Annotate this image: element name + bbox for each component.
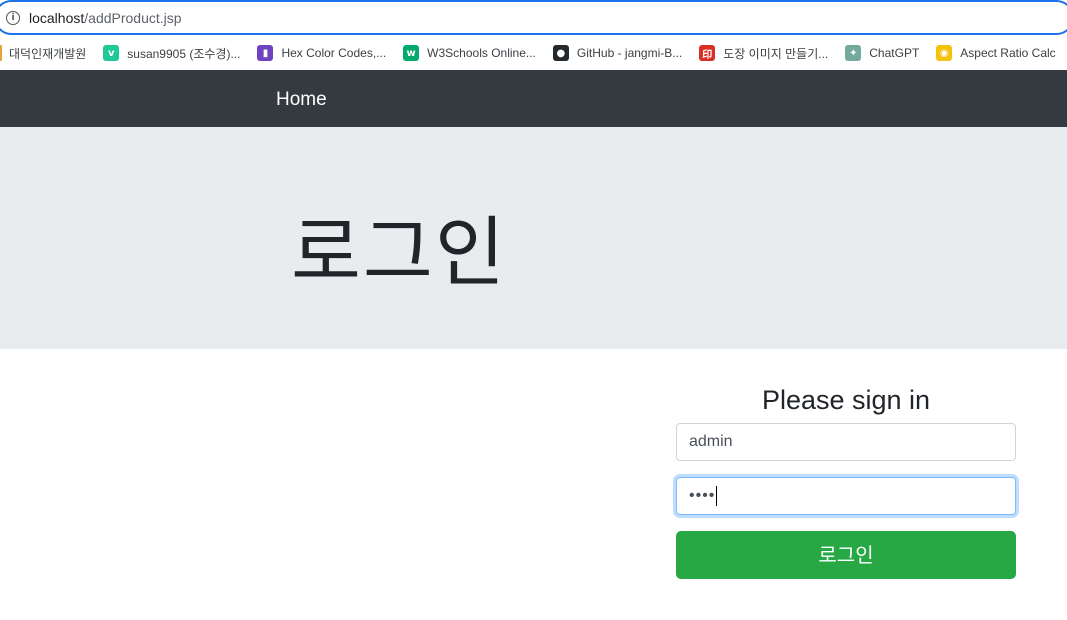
- bookmark-label: susan9905 (조수경)...: [127, 46, 241, 61]
- jumbotron: 로그인: [0, 127, 1067, 349]
- w3schools-icon: w: [403, 45, 420, 61]
- bookmark-item[interactable]: 印 도장 이미지 만들기...: [699, 45, 828, 62]
- login-form: Please sign in admin •••• 로그인: [676, 380, 1016, 579]
- address-bar[interactable]: i localhost/addProduct.jsp: [0, 0, 1067, 35]
- bookmark-item[interactable]: 대덕인재개발원: [0, 45, 86, 62]
- bookmark-label: Aspect Ratio Calc: [960, 46, 1056, 60]
- text-caret: [716, 485, 718, 506]
- velog-icon: v: [103, 45, 120, 61]
- bookmark-label: GitHub - jangmi-B...: [576, 46, 683, 60]
- nav-home-link[interactable]: Home: [276, 89, 327, 111]
- bookmark-item[interactable]: ▮ Hex Color Codes,...: [257, 45, 386, 61]
- password-input[interactable]: ••••: [676, 477, 1016, 515]
- url-text[interactable]: localhost/addProduct.jsp: [29, 10, 182, 26]
- info-icon[interactable]: i: [6, 10, 20, 25]
- form-heading: Please sign in: [761, 385, 931, 415]
- stamp-icon: 印: [699, 45, 716, 61]
- url-path: /addProduct.jsp: [84, 9, 182, 26]
- bookmark-item[interactable]: ◉ Aspect Ratio Calc: [936, 45, 1056, 61]
- page-title: 로그인: [291, 208, 507, 297]
- aspect-ratio-icon: ◉: [936, 45, 953, 61]
- id-input[interactable]: admin: [676, 423, 1016, 461]
- bookmark-item[interactable]: v susan9905 (조수경)...: [103, 45, 240, 62]
- id-input-value: admin: [689, 433, 733, 450]
- bookmark-item[interactable]: ✦ ChatGPT: [845, 45, 919, 61]
- navbar: Home: [0, 70, 1067, 127]
- bookmark-item[interactable]: w W3Schools Online...: [403, 45, 536, 61]
- folder-icon: [0, 45, 2, 61]
- bookmark-label: Hex Color Codes,...: [281, 46, 387, 60]
- bookmark-label: W3Schools Online...: [427, 46, 536, 60]
- bookmark-label: 대덕인재개발원: [9, 46, 87, 61]
- bookmark-label: ChatGPT: [869, 46, 920, 60]
- url-host: localhost: [29, 9, 85, 26]
- chatgpt-icon: ✦: [845, 45, 862, 61]
- login-button[interactable]: 로그인: [676, 531, 1016, 579]
- bookmarks-bar: 대덕인재개발원 v susan9905 (조수경)... ▮ Hex Color Cod…: [0, 36, 1067, 70]
- github-icon: ●: [552, 45, 569, 61]
- bookmark-item[interactable]: ● GitHub - jangmi-B...: [552, 45, 683, 61]
- password-input-value: ••••: [689, 487, 716, 504]
- color-book-icon: ▮: [257, 45, 274, 61]
- bookmark-label: 도장 이미지 만들기...: [723, 46, 829, 61]
